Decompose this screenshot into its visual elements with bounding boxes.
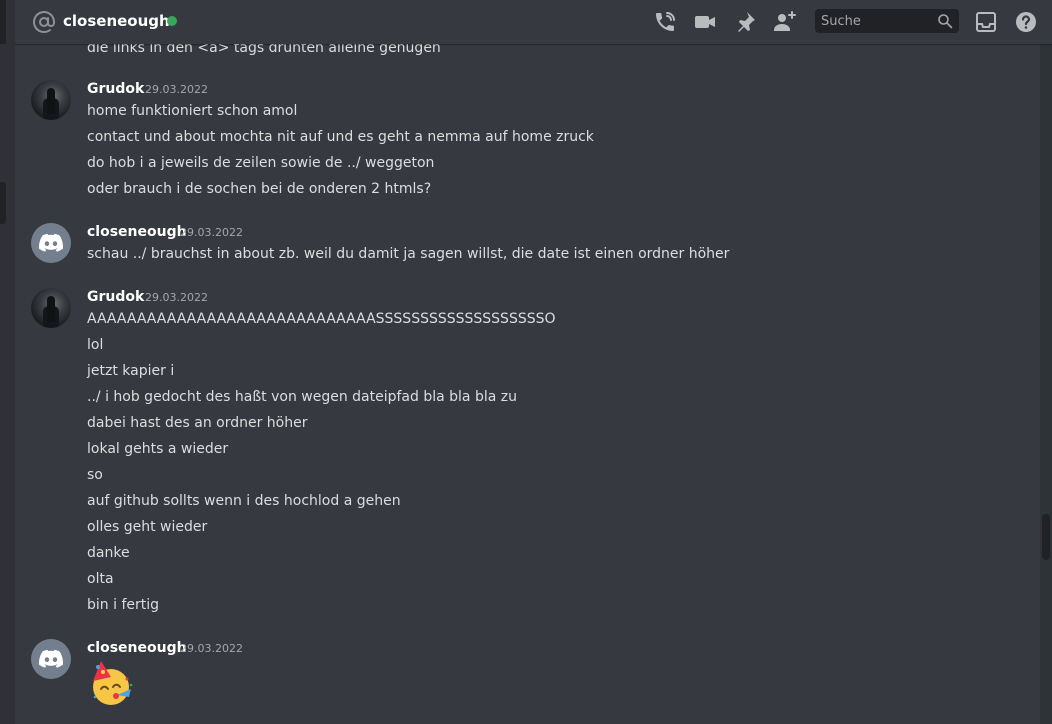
sidebar-dark-corner [0, 0, 6, 44]
message-line: home funktioniert schon amol [87, 103, 298, 119]
message-line: olles geht wieder [87, 519, 208, 535]
message-line: oder brauch i de sochen bei de onderen 2… [87, 181, 432, 197]
online-status-dot [167, 16, 177, 26]
avatar[interactable] [31, 80, 71, 120]
search-input[interactable] [815, 9, 939, 33]
at-icon [33, 11, 55, 33]
help-icon[interactable] [1014, 10, 1038, 34]
message-timestamp: 29.03.2022 [145, 83, 208, 96]
video-call-icon[interactable] [693, 10, 717, 34]
message-timestamp: 29.03.2022 [145, 291, 208, 304]
message-author[interactable]: Grudok [87, 78, 144, 100]
message-scrollbar[interactable] [1040, 44, 1052, 724]
message-line: bin i fertig [87, 597, 160, 613]
message-author[interactable]: closeneough [87, 221, 187, 243]
message-line: jetzt kapier i [87, 363, 175, 379]
discord-logo-icon [39, 649, 63, 668]
avatar[interactable] [31, 288, 71, 328]
search-box[interactable] [815, 9, 959, 33]
avatar-figure [47, 296, 55, 322]
search-icon [938, 14, 953, 29]
message-author[interactable]: Grudok [87, 286, 144, 308]
left-sidebar-edge [0, 0, 15, 724]
message-line: die links in den <a> tags drunten allein… [87, 44, 441, 56]
sidebar-scroll-thumb[interactable] [0, 182, 6, 224]
message-line: AAAAAAAAAAAAAAAAAAAAAAAAAAAAASSSSSSSSSSS… [87, 311, 556, 327]
message-line: ../ i hob gedocht des haßt von wegen dat… [87, 389, 517, 405]
message-timestamp: 29.03.2022 [180, 226, 243, 239]
avatar[interactable] [31, 223, 71, 263]
message-line: do hob i a jeweils de zeilen sowie de ..… [87, 155, 435, 171]
message-line: schau ../ brauchst in about zb. weil du … [87, 246, 730, 262]
message-line: danke [87, 545, 130, 561]
message-line: lol [87, 337, 104, 353]
channel-title[interactable]: closeneough [63, 10, 170, 32]
partying-face-emoji-icon[interactable] [87, 659, 135, 707]
message-line: dabei hast des an ordner höher [87, 415, 308, 431]
message-line: so [87, 467, 103, 483]
avatar-figure [47, 88, 55, 114]
inbox-icon[interactable] [974, 10, 998, 34]
avatar[interactable] [31, 639, 71, 679]
add-friend-icon[interactable] [773, 10, 797, 34]
channel-header: closeneough [15, 0, 1052, 44]
message-timestamp: 29.03.2022 [180, 642, 243, 655]
message-line: auf github sollts wenn i des hochlod a g… [87, 493, 401, 509]
message-line: lokal gehts a wieder [87, 441, 229, 457]
discord-dm-window: closeneough Suche die links in den <a> t… [0, 0, 1052, 724]
message-author[interactable]: closeneough [87, 637, 187, 659]
pin-icon[interactable] [733, 10, 757, 34]
message-line: olta [87, 571, 114, 587]
message-scroll-thumb[interactable] [1042, 514, 1050, 560]
discord-logo-icon [39, 233, 63, 252]
message-line: contact und about mochta nit auf und es … [87, 129, 594, 145]
voice-call-icon[interactable] [653, 10, 677, 34]
message-list[interactable]: die links in den <a> tags drunten allein… [15, 44, 1040, 724]
